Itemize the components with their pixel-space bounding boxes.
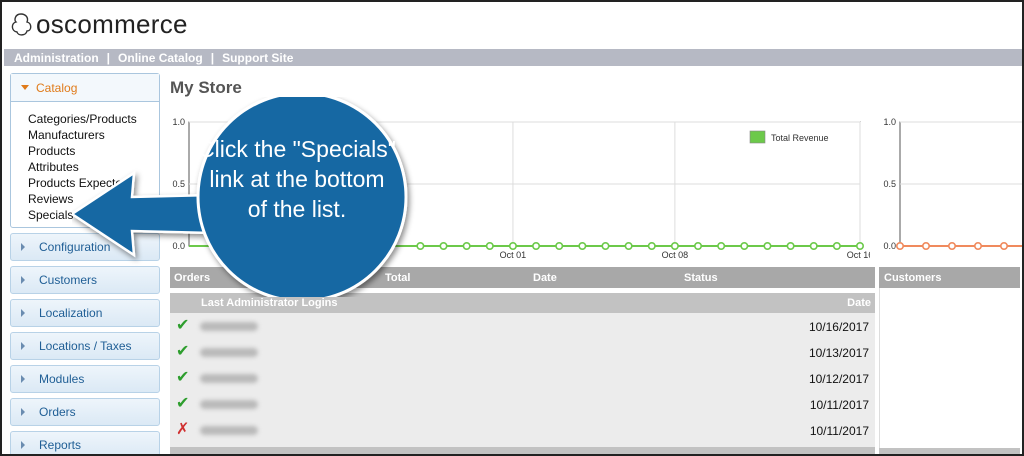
data-point (694, 242, 703, 251)
triangle-right-icon (21, 243, 25, 251)
main-content: My Store 1.0 0.5 0.0 Oct 01 Oct 08 Oct 16 Tota… (170, 73, 1022, 260)
data-point (647, 242, 656, 251)
brand-logo[interactable]: oscommerce (10, 6, 188, 42)
orders-col-date: Date (533, 271, 557, 284)
data-point (462, 242, 471, 251)
data-point (1000, 242, 1009, 251)
customers-footer (879, 448, 1020, 454)
sidebar-section-localization[interactable]: Localization (10, 299, 160, 327)
triangle-right-icon (21, 441, 25, 449)
login-date: 10/12/2017 (808, 372, 869, 386)
data-point (624, 242, 633, 251)
nav-support-site-link[interactable]: Support Site (222, 51, 293, 65)
nav-administration-link[interactable]: Administration (14, 51, 99, 65)
data-point (740, 242, 749, 251)
customers-body (879, 288, 1020, 448)
x-tick-label: Oct 16 (847, 250, 870, 260)
redacted-username (200, 426, 258, 435)
table-row: ✔ 10/12/2017 (170, 365, 875, 391)
data-point (578, 242, 587, 251)
triangle-right-icon (21, 375, 25, 383)
y-tick-label: 0.5 (883, 179, 896, 189)
table-row: ✔ 10/13/2017 (170, 339, 875, 365)
data-point (809, 242, 818, 251)
triangle-right-icon (21, 276, 25, 284)
legend-swatch (749, 130, 766, 144)
nav-online-catalog-link[interactable]: Online Catalog (118, 51, 203, 65)
data-point (670, 242, 679, 251)
y-tick-label: 1.0 (883, 117, 896, 127)
data-point (508, 242, 517, 251)
table-row: ✔ 10/16/2017 (170, 313, 875, 339)
cloud-logo-icon (11, 13, 32, 36)
check-icon: ✔ (176, 343, 190, 360)
login-date: 10/16/2017 (808, 320, 869, 334)
sidebar-section-modules[interactable]: Modules (10, 365, 160, 393)
redacted-username (200, 400, 258, 409)
nav-separator: | (210, 50, 215, 65)
data-point (948, 242, 957, 251)
sidebar-section-label: Localization (39, 306, 103, 320)
triangle-right-icon (21, 309, 25, 317)
data-point (601, 242, 610, 251)
data-point (439, 242, 448, 251)
triangle-down-icon (21, 85, 29, 90)
data-point (921, 242, 930, 251)
legend-label: Total Revenue (771, 133, 829, 143)
admin-logins-date-header: Date (847, 297, 871, 309)
admin-logins-rows: ✔ 10/16/2017 ✔ 10/13/2017 ✔ 10/12/2017 ✔… (170, 313, 875, 447)
top-navigation: Administration | Online Catalog | Suppor… (4, 49, 1022, 66)
sidebar-section-label: Locations / Taxes (39, 339, 132, 353)
data-point (895, 242, 904, 251)
data-point (763, 242, 772, 251)
data-point (532, 242, 541, 251)
redacted-username (200, 374, 258, 383)
check-icon: ✔ (176, 369, 190, 386)
sidebar-section-orders[interactable]: Orders (10, 398, 160, 426)
redacted-username (200, 322, 258, 331)
sidebar-section-label: Modules (39, 372, 85, 386)
login-date: 10/13/2017 (808, 346, 869, 360)
triangle-right-icon (21, 342, 25, 350)
data-point (786, 242, 795, 251)
sidebar-section-reports[interactable]: Reports (10, 431, 160, 454)
admin-logins-footer (170, 447, 875, 454)
x-tick-label: Oct 01 (500, 250, 527, 260)
data-point (555, 242, 564, 251)
y-tick-label: 0.0 (883, 241, 896, 251)
admin-logins-title: Last Administrator Logins (201, 297, 338, 309)
app-window: oscommerce Administration | Online Catal… (0, 0, 1024, 456)
data-point (717, 242, 726, 251)
x-tick-label: Oct 08 (662, 250, 689, 260)
data-point (416, 242, 425, 251)
secondary-chart: 1.0 0.5 0.0 (883, 117, 1022, 251)
page-title: My Store (170, 78, 242, 97)
data-point (485, 242, 494, 251)
orders-col-status: Status (684, 271, 718, 284)
check-icon: ✔ (176, 317, 190, 334)
nav-separator: | (106, 50, 111, 65)
sidebar-section-locations-taxes[interactable]: Locations / Taxes (10, 332, 160, 360)
redacted-username (200, 348, 258, 357)
catalog-section-label: Catalog (36, 80, 78, 95)
table-row: ✗ 10/11/2017 (170, 417, 875, 443)
cross-icon: ✗ (176, 421, 190, 438)
callout-text: Click the "Specials" link at the bottom … (198, 136, 396, 222)
triangle-right-icon (21, 408, 25, 416)
table-row: ✔ 10/11/2017 (170, 391, 875, 417)
brand-name: oscommerce (36, 8, 188, 39)
login-date: 10/11/2017 (809, 398, 869, 412)
data-point (855, 242, 864, 251)
customers-header: Customers (879, 267, 1020, 288)
sidebar-section-label: Orders (39, 405, 76, 419)
login-date: 10/11/2017 (809, 424, 869, 438)
arrow-left-icon (72, 170, 214, 258)
sidebar-section-label: Reports (39, 438, 82, 452)
check-icon: ✔ (176, 395, 190, 412)
data-point (974, 242, 983, 251)
data-point (832, 242, 841, 251)
